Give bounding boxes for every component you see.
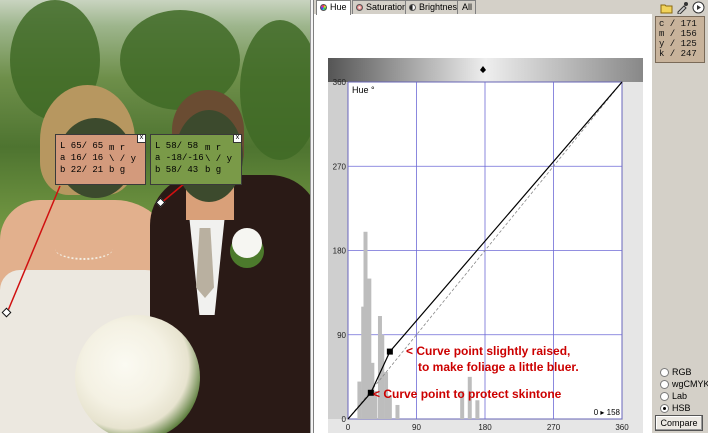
color-wheel-glyph: m r \ / y b g	[205, 143, 233, 179]
glyph-line: m r	[205, 143, 222, 153]
y-tick-label: 0	[342, 415, 347, 424]
readout-row-b: b 22/ 21	[60, 165, 104, 175]
sample-lines	[6, 182, 186, 314]
close-icon[interactable]: x	[137, 134, 146, 143]
x-tick-label: 0	[346, 423, 351, 432]
mode-lab[interactable]: Lab	[660, 390, 708, 402]
color-mode-group: RGB wgCMYK Lab HSB	[660, 366, 708, 414]
readout-row-l: L 65/ 65	[60, 141, 104, 151]
glyph-line: \ / y	[205, 154, 233, 164]
mode-rgb[interactable]: RGB	[660, 366, 708, 378]
tool-panel: c / 171 m / 156 y / 125 k / 247 RGB wgCM…	[652, 0, 708, 433]
glyph-line: b g	[109, 165, 126, 175]
tab-saturation[interactable]: Saturation	[352, 0, 412, 14]
x-tick-label: 270	[547, 423, 561, 432]
color-wheel-icon	[320, 4, 327, 11]
y-tick-label: 270	[333, 162, 347, 171]
y-tick-label: 360	[333, 78, 347, 87]
mode-label: Lab	[672, 391, 688, 401]
tab-label: Brightness	[419, 2, 462, 12]
readout-row-a: a 16/ 16	[60, 153, 104, 163]
tab-label: Hue	[330, 2, 347, 12]
histogram-bar	[357, 381, 362, 419]
readout-values: L 58/ 58 a -18/-16 b 58/ 43	[155, 140, 204, 176]
readout-row-a: a -18/-16	[155, 153, 204, 163]
tab-all[interactable]: All	[457, 0, 477, 14]
compare-button[interactable]: Compare	[655, 415, 703, 431]
swatch-black: k / 247	[659, 49, 697, 59]
x-tick-label: 360	[615, 423, 629, 432]
radio-icon	[660, 380, 669, 389]
color-wheel-glyph: m r \ / y b g	[109, 143, 137, 179]
histogram-bar	[475, 400, 480, 419]
tab-label: All	[462, 2, 473, 12]
curve-point-readout: 0 ▸ 158	[594, 408, 621, 417]
channel-tabs: Hue Saturation Brightness All	[314, 0, 653, 15]
mode-wgcmyk[interactable]: wgCMYK	[660, 378, 708, 390]
mode-label: HSB	[672, 403, 691, 413]
swatch-cyan: c / 171	[659, 19, 697, 29]
readout-values: L 65/ 65 a 16/ 16 b 22/ 21	[60, 140, 103, 176]
y-tick-label: 90	[337, 331, 346, 340]
radio-icon	[660, 368, 669, 377]
glyph-line: b g	[205, 165, 222, 175]
x-tick-label: 180	[478, 423, 492, 432]
swatch-yellow: y / 125	[659, 39, 697, 49]
mode-label: RGB	[672, 367, 692, 377]
readout-row-b: b 58/ 43	[155, 165, 199, 175]
glyph-line: \ / y	[109, 154, 137, 164]
bride-sample-line	[6, 185, 61, 314]
histogram-bar	[380, 334, 385, 419]
readout-row-l: L 58/ 58	[155, 141, 199, 151]
mode-label: wgCMYK	[672, 379, 708, 389]
annotation-foliage-line2: to make foliage a little bluer.	[418, 360, 579, 374]
tab-label: Saturation	[366, 2, 408, 12]
histogram-bar	[395, 404, 400, 419]
brightness-icon	[409, 4, 416, 11]
x-tick-label: 90	[412, 423, 421, 432]
eyedropper-icon[interactable]	[676, 1, 689, 14]
radio-icon	[660, 404, 669, 413]
mode-hsb[interactable]: HSB	[660, 402, 708, 414]
chart-title: Hue °	[352, 85, 375, 95]
photo-preview: L 65/ 65 a 16/ 16 b 22/ 21 m r \ / y b g…	[0, 0, 310, 433]
curve-graph[interactable]: 0 90 180 270 360 0 90 180 270 360 Hue ° < Curve poi…	[328, 58, 643, 433]
bride-color-readout[interactable]: L 65/ 65 a 16/ 16 b 22/ 21 m r \ / y b g…	[55, 134, 146, 185]
glyph-line: m r	[109, 143, 126, 153]
curve-point[interactable]	[386, 348, 393, 355]
y-tick-label: 180	[333, 247, 347, 256]
swatch-magenta: m / 156	[659, 29, 697, 39]
annotation-skintone: < Curve point to protect skintone	[373, 387, 562, 401]
groom-color-readout[interactable]: L 58/ 58 a -18/-16 b 58/ 43 m r \ / y b …	[150, 134, 242, 185]
tab-hue[interactable]: Hue	[316, 0, 351, 15]
close-icon[interactable]: x	[233, 134, 242, 143]
curves-panel: Hue Saturation Brightness All 0 90 180 270 3…	[313, 0, 653, 433]
folder-icon[interactable]	[660, 1, 673, 14]
groom-sample-line	[160, 182, 186, 204]
annotation-foliage: < Curve point slightly raised,	[406, 344, 570, 358]
hue-curve-chart[interactable]: 0 90 180 270 360 0 90 180 270 360 Hue ° < Curve poi…	[328, 58, 643, 433]
radio-icon	[660, 392, 669, 401]
color-sample-swatch: c / 171 m / 156 y / 125 k / 247	[655, 16, 705, 63]
saturation-icon	[356, 4, 363, 11]
play-icon[interactable]	[692, 1, 705, 14]
